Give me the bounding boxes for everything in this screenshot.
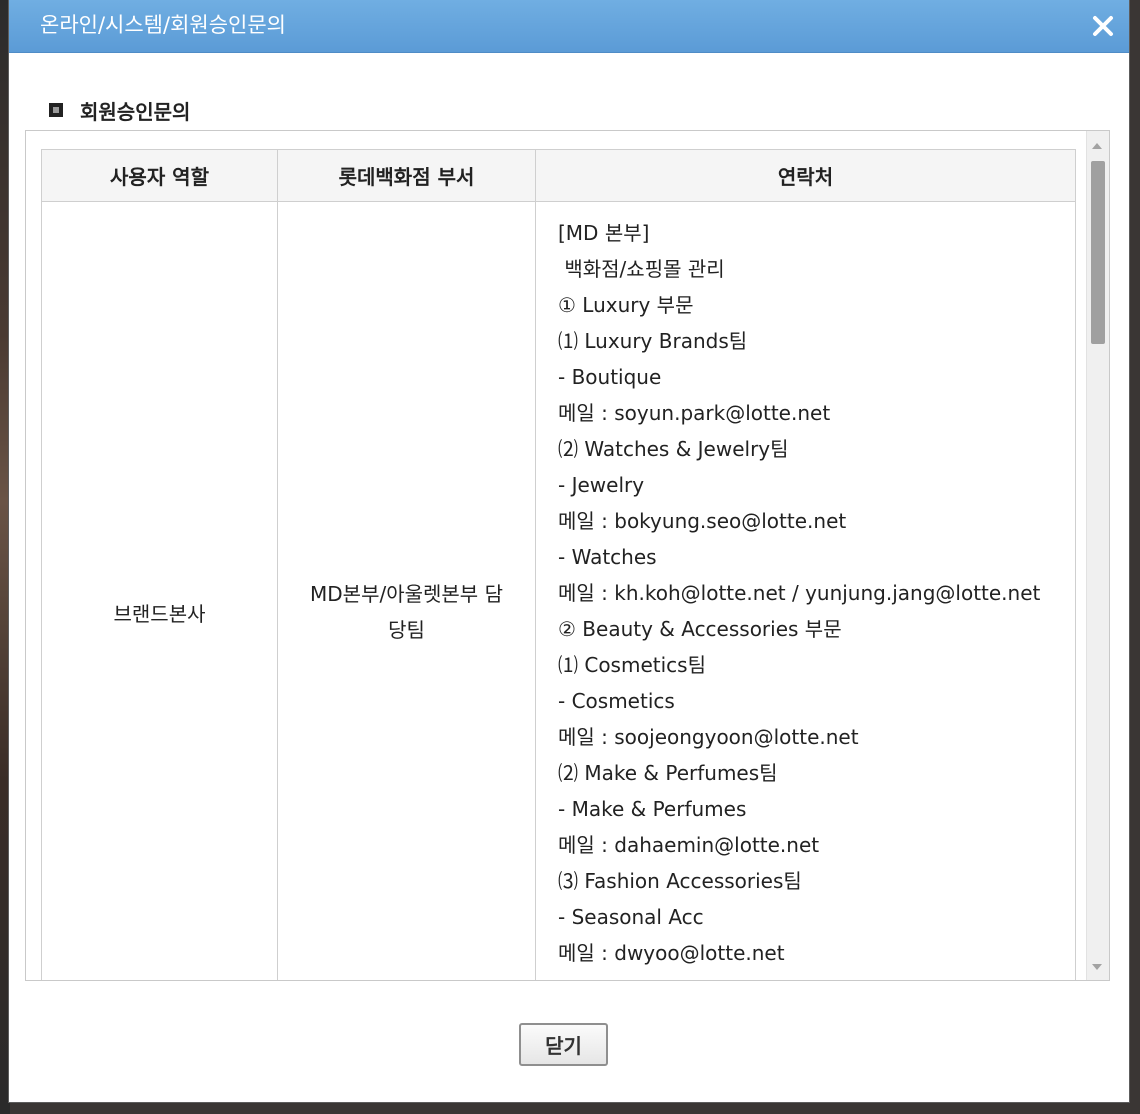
scroll-up-arrow-icon[interactable] bbox=[1092, 143, 1102, 149]
close-button[interactable]: 닫기 bbox=[519, 1023, 608, 1066]
contact-cell: [MD 본부] 백화점/쇼핑몰 관리 ① Luxury 부문 ⑴ Luxury … bbox=[535, 201, 1076, 980]
contact-line: [MD 본부] bbox=[558, 221, 650, 245]
scroll-down-arrow-icon[interactable] bbox=[1092, 964, 1102, 970]
vertical-scrollbar[interactable] bbox=[1086, 131, 1109, 980]
department-line: 당팀 bbox=[388, 618, 425, 642]
contact-line: 메일 : bokyung.seo@lotte.net bbox=[558, 509, 847, 533]
contact-line: ⑴ Luxury Brands팀 bbox=[558, 329, 748, 353]
header-department: 롯데백화점 부서 bbox=[277, 149, 536, 202]
contact-line: 백화점/쇼핑몰 관리 bbox=[558, 257, 725, 281]
contact-line: ② Beauty & Accessories 부문 bbox=[558, 617, 842, 641]
department-cell: MD본부/아울렛본부 담 당팀 bbox=[277, 201, 536, 980]
contact-line: 메일 : dahaemin@lotte.net bbox=[558, 833, 820, 857]
contact-line: 메일 : kh.koh@lotte.net / yunjung.jang@lot… bbox=[558, 581, 1041, 605]
contact-line: - Seasonal Acc bbox=[558, 905, 704, 929]
contact-line: ⑴ Cosmetics팀 bbox=[558, 653, 706, 677]
scrollbar-thumb[interactable] bbox=[1091, 161, 1105, 344]
section-header: 회원승인문의 bbox=[49, 95, 190, 125]
dialog-title: 온라인/시스템/회원승인문의 bbox=[40, 13, 286, 37]
header-user-role: 사용자 역할 bbox=[41, 149, 278, 202]
table-row: 브랜드본사 MD본부/아울렛본부 담 당팀 [MD 본부] 백화점/쇼핑몰 관리… bbox=[41, 201, 1076, 980]
contact-line: - Watches bbox=[558, 545, 657, 569]
contact-line: 메일 : soyun.park@lotte.net bbox=[558, 401, 831, 425]
contact-line: - Cosmetics bbox=[558, 689, 675, 713]
close-icon[interactable] bbox=[1089, 12, 1117, 40]
contact-line: 메일 : dwyoo@lotte.net bbox=[558, 941, 785, 965]
square-bullet-icon bbox=[49, 103, 63, 117]
contact-line: ⑵ Watches & Jewelry팀 bbox=[558, 437, 789, 461]
scrollable-content[interactable]: 사용자 역할 롯데백화점 부서 연락처 브랜드본사 MD본부/아울렛본부 담 당… bbox=[25, 130, 1110, 981]
role-cell: 브랜드본사 bbox=[41, 201, 278, 980]
header-contact: 연락처 bbox=[535, 149, 1076, 202]
contact-line: - Make & Perfumes bbox=[558, 797, 747, 821]
contact-line: ⑵ Make & Perfumes팀 bbox=[558, 761, 778, 785]
contact-line: - Boutique bbox=[558, 365, 662, 389]
contact-line: - Jewelry bbox=[558, 473, 645, 497]
contact-line: ① Luxury 부문 bbox=[558, 293, 694, 317]
department-line: MD본부/아울렛본부 담 bbox=[310, 582, 503, 606]
dialog-titlebar: 온라인/시스템/회원승인문의 bbox=[9, 0, 1129, 53]
section-title: 회원승인문의 bbox=[80, 99, 191, 124]
contact-line: ⑶ Fashion Accessories팀 bbox=[558, 869, 802, 893]
contact-list: [MD 본부] 백화점/쇼핑몰 관리 ① Luxury 부문 ⑴ Luxury … bbox=[558, 202, 1075, 971]
dialog-window: 온라인/시스템/회원승인문의 회원승인문의 사용자 역할 롯데백화점 부서 연락… bbox=[9, 0, 1129, 1102]
table-header-row: 사용자 역할 롯데백화점 부서 연락처 bbox=[41, 149, 1076, 202]
contact-line: 메일 : soojeongyoon@lotte.net bbox=[558, 725, 859, 749]
contact-table: 사용자 역할 롯데백화점 부서 연락처 브랜드본사 MD본부/아울렛본부 담 당… bbox=[41, 149, 1076, 980]
